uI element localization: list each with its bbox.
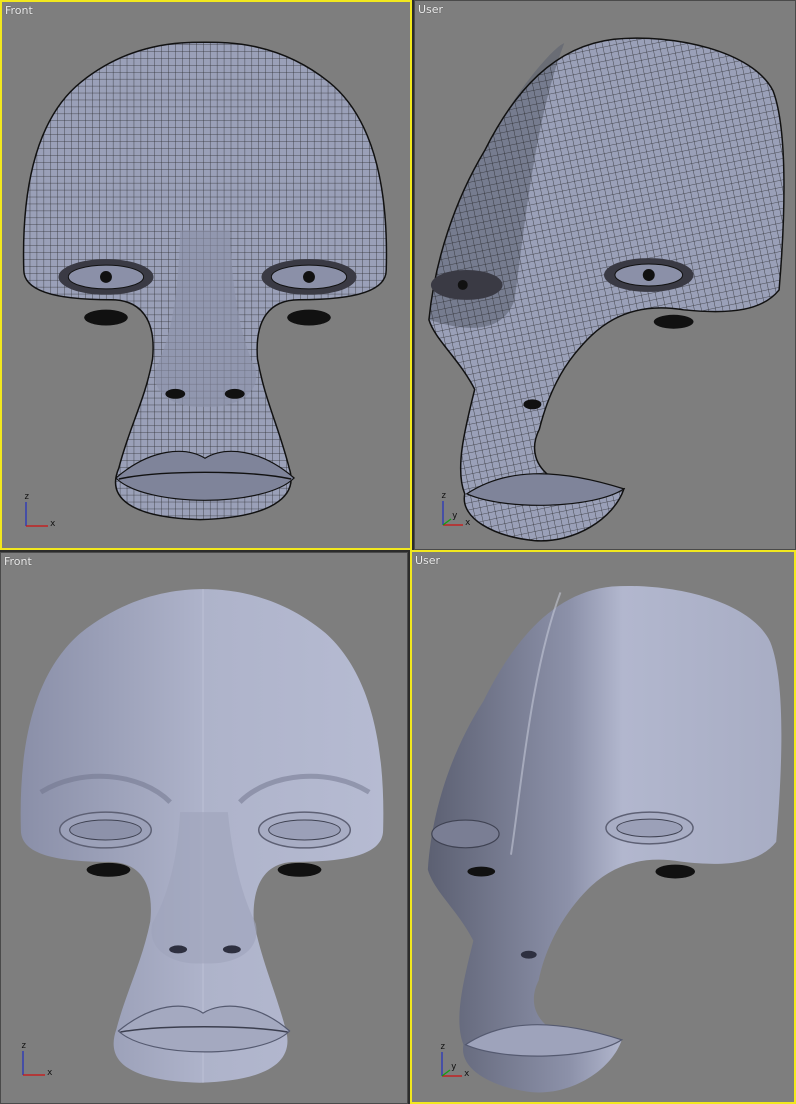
viewport-grid: Front z x User z y x Front z x User z y … [0,0,796,1104]
face-mesh-user-shaded[interactable] [412,552,794,1102]
axis-z-label: z [441,491,447,501]
face-mesh-front-wire[interactable] [2,2,410,548]
viewport-label[interactable]: User [415,554,440,567]
axis-z-label: z [24,492,30,502]
axis-y-label: y [451,1062,457,1072]
axis-z-label: z [21,1041,27,1051]
viewport-user-shaded[interactable]: User z y x [410,550,796,1104]
viewport-user-wireframe[interactable]: User z y x [414,0,796,550]
face-mesh-front-shaded[interactable] [1,553,407,1103]
axis-x-label: x [47,1068,53,1078]
axis-tripod: z y x [437,491,477,531]
axis-tripod: z y x [436,1042,476,1082]
axis-x-label: x [464,1069,470,1079]
axis-x-label: x [465,518,471,528]
face-mesh-user-wire[interactable] [415,1,795,549]
viewport-label[interactable]: User [418,3,443,16]
viewport-front-wireframe[interactable]: Front z x [0,0,412,550]
viewport-front-shaded[interactable]: Front z x [0,552,408,1104]
axis-tripod: z x [17,1041,57,1081]
axis-x-label: x [50,519,56,529]
viewport-label[interactable]: Front [4,555,32,568]
axis-z-label: z [440,1042,446,1052]
axis-y-label: y [452,511,458,521]
axis-tripod: z x [20,492,60,532]
viewport-label[interactable]: Front [5,4,33,17]
